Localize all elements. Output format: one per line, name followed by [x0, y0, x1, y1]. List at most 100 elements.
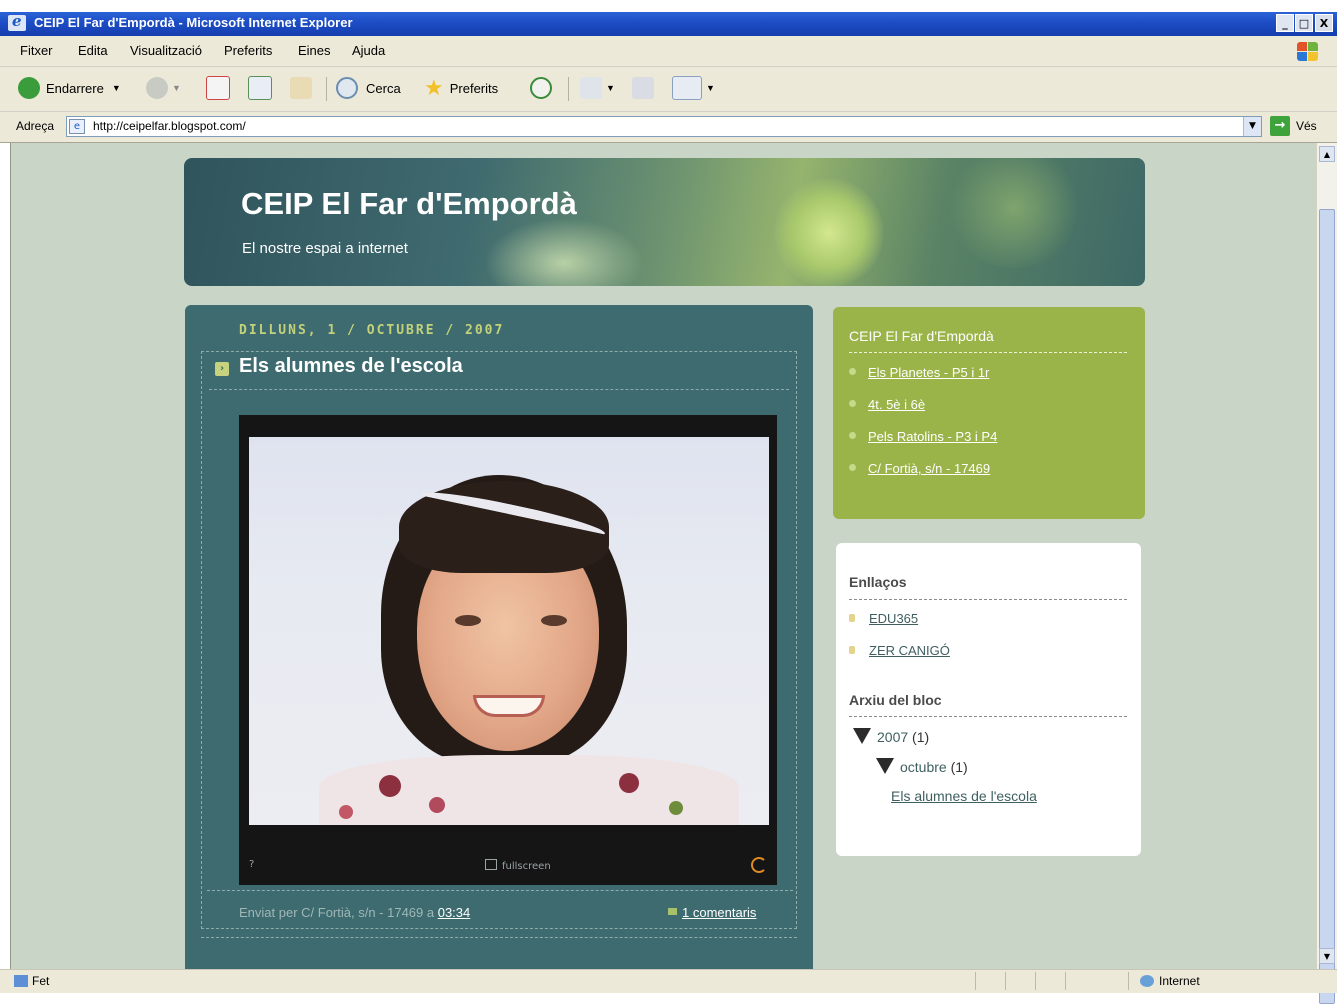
sidebar-link[interactable]: Pels Ratolins - P3 i P4 [868, 429, 997, 444]
archive-month-label[interactable]: octubre [900, 759, 947, 775]
bullet-icon [849, 432, 856, 439]
menu-help[interactable]: Ajuda [352, 43, 385, 58]
forward-button[interactable]: ▼ [146, 75, 181, 101]
menu-tools[interactable]: Eines [298, 43, 331, 58]
refresh-icon [248, 76, 272, 100]
scroll-down-button[interactable]: ▼ [1319, 948, 1335, 964]
status-label: Fet [32, 974, 50, 988]
maximize-button[interactable]: □ [1295, 14, 1313, 32]
video-help-button[interactable]: ? [249, 859, 254, 870]
post-arrow-icon: › [215, 362, 229, 376]
video-player[interactable]: ? fullscreen [239, 415, 777, 885]
status-cell [1005, 972, 1006, 990]
menu-file[interactable]: Fitxer [20, 43, 53, 58]
chevron-down-icon: ▼ [111, 83, 121, 93]
stop-button[interactable] [206, 75, 230, 101]
video-controls: ? fullscreen [239, 833, 777, 885]
menu-view[interactable]: Visualització [130, 43, 202, 58]
links-heading: Enllaços [849, 574, 907, 590]
minimize-button[interactable]: _ [1276, 14, 1294, 32]
fullscreen-button[interactable]: fullscreen [485, 859, 551, 872]
sidebar-link-item: 4t. 5è i 6è [849, 397, 925, 412]
ie-app-icon [8, 12, 26, 31]
menu-favorites[interactable]: Preferits [224, 43, 272, 58]
status-cell [1035, 972, 1036, 990]
header-decoration [944, 158, 1084, 268]
stop-icon [206, 76, 230, 100]
window-titlebar: CEIP El Far d'Empordà - Microsoft Intern… [0, 12, 1337, 36]
address-input[interactable]: e http://ceipelfar.blogspot.com/ ▼ [66, 116, 1262, 137]
post-footer: Enviat per C/ Fortià, s/n - 17469 a 03:3… [239, 905, 470, 920]
sidebar-link[interactable]: Els Planetes - P5 i 1r [868, 365, 989, 380]
bullet-icon [849, 614, 855, 622]
sidebar-links-panel: Enllaços EDU365 ZER CANIGÓ Arxiu del blo… [836, 543, 1141, 856]
go-label: Vés [1296, 119, 1317, 133]
archive-month[interactable]: octubre (1) [876, 758, 968, 775]
back-label: Endarrere [46, 80, 104, 96]
post-date: DILLUNS, 1 / OCTUBRE / 2007 [239, 323, 505, 338]
refresh-button[interactable] [248, 75, 272, 101]
page-viewport: CEIP El Far d'Empordà El nostre espai a … [10, 143, 1317, 969]
comment-icon [668, 908, 677, 915]
link-edu365[interactable]: EDU365 [869, 611, 918, 626]
close-button[interactable]: X [1315, 14, 1333, 32]
history-button[interactable] [530, 75, 552, 101]
page-icon: e [69, 119, 85, 134]
bullet-icon [849, 400, 856, 407]
blog-description: El nostre espai a internet [242, 240, 408, 257]
search-button[interactable]: Cerca [336, 75, 401, 101]
scrollbar-thumb[interactable] [1319, 209, 1335, 1004]
search-label: Cerca [366, 80, 401, 96]
print-button[interactable] [632, 75, 654, 101]
archive-year[interactable]: 2007 (1) [853, 728, 929, 745]
star-icon: ★ [424, 75, 444, 100]
edit-page-icon [672, 76, 702, 100]
address-url[interactable]: http://ceipelfar.blogspot.com/ [93, 119, 246, 133]
page-done-icon [14, 975, 28, 987]
archive-year-count: (1) [912, 729, 930, 745]
mail-button[interactable]: ▼ [580, 75, 615, 101]
favorites-label: Preferits [449, 80, 499, 96]
link-zer-canigo[interactable]: ZER CANIGÓ [869, 643, 950, 658]
home-button[interactable] [290, 75, 312, 101]
video-image-eye [541, 615, 567, 626]
vertical-scrollbar[interactable]: ▲ ▼ [1316, 143, 1337, 1004]
video-image-shirt [319, 755, 739, 825]
loading-icon [751, 857, 767, 873]
fullscreen-icon [485, 859, 497, 870]
forward-arrow-icon [146, 77, 168, 99]
archive-year-label[interactable]: 2007 [877, 729, 908, 745]
divider [209, 389, 789, 390]
header-decoration [774, 178, 884, 286]
menu-edit[interactable]: Edita [78, 43, 108, 58]
search-icon [336, 77, 358, 99]
comments-link[interactable]: 1 comentaris [668, 905, 756, 920]
standard-toolbar: Endarrere ▼ ▼ Cerca ★ Preferits ▼ ▼ [0, 67, 1337, 112]
go-arrow-icon: → [1270, 116, 1290, 136]
address-bar: Adreça e http://ceipelfar.blogspot.com/ … [0, 112, 1337, 143]
scroll-up-button[interactable]: ▲ [1319, 146, 1335, 162]
bullet-icon [849, 464, 856, 471]
go-button[interactable]: → Vés [1270, 116, 1317, 136]
expand-triangle-icon[interactable] [876, 758, 894, 774]
video-frame[interactable] [249, 437, 769, 825]
status-cell [1128, 972, 1129, 990]
edit-button[interactable]: ▼ [672, 75, 715, 101]
post-time-link[interactable]: 03:34 [438, 905, 471, 920]
back-button[interactable]: Endarrere ▼ [18, 75, 121, 101]
address-dropdown-button[interactable]: ▼ [1243, 117, 1261, 136]
posted-by: Enviat per C/ Fortià, s/n - 17469 a [239, 905, 438, 920]
post-title[interactable]: Els alumnes de l'escola [239, 355, 463, 378]
fullscreen-label: fullscreen [502, 861, 551, 872]
archive-heading: Arxiu del bloc [849, 692, 942, 708]
blog-title[interactable]: CEIP El Far d'Empordà [241, 186, 577, 222]
comments-label: 1 comentaris [682, 905, 757, 920]
status-text: Fet [14, 974, 49, 988]
archive-post-link[interactable]: Els alumnes de l'escola [891, 788, 1037, 804]
sidebar-link[interactable]: 4t. 5è i 6è [868, 397, 925, 412]
favorites-button[interactable]: ★ Preferits [424, 75, 498, 101]
bullet-icon [849, 368, 856, 375]
sidebar-link-item: Els Planetes - P5 i 1r [849, 365, 989, 380]
expand-triangle-icon[interactable] [853, 728, 871, 744]
sidebar-link[interactable]: C/ Fortià, s/n - 17469 [868, 461, 990, 476]
